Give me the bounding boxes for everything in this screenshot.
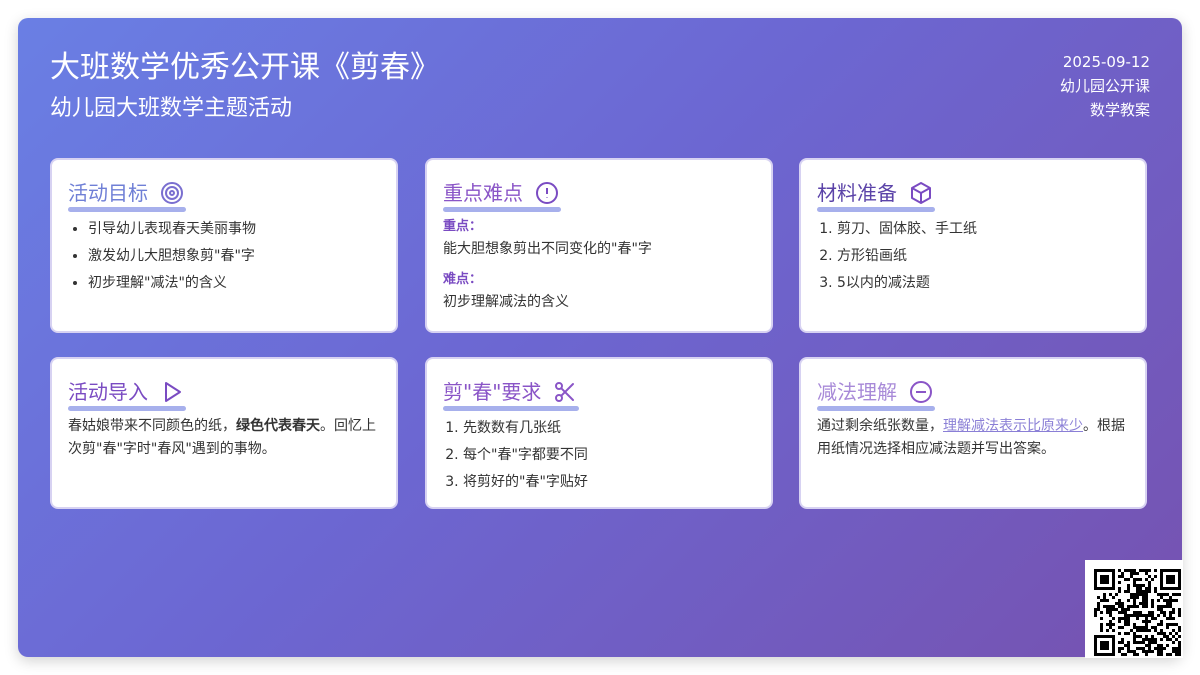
card-key-points: 重点难点 重点： 能大胆想象剪出不同变化的"春"字 难点： 初步理解减法的含义	[425, 158, 773, 333]
intro-emphasis: 绿色代表春天	[236, 418, 320, 434]
meta-info: 2025-09-12 幼儿园公开课 数学教案	[1060, 50, 1150, 122]
intro-text: 春姑娘带来不同颜色的纸，	[68, 418, 236, 434]
key-label: 重点：	[443, 219, 483, 234]
play-icon	[160, 380, 184, 404]
card-header: 减法理解	[817, 375, 935, 411]
card-header: 剪"春"要求	[443, 375, 579, 411]
list-item: 每个"春"字都要不同	[463, 442, 755, 469]
minus-circle-icon	[909, 380, 933, 404]
card-title: 活动目标	[68, 181, 148, 205]
card-body: 通过剩余纸张数量，理解减法表示比原来少。根据用纸情况选择相应减法题并写出答案。	[817, 415, 1129, 461]
list-item: 引导幼儿表现春天美丽事物	[88, 216, 380, 243]
box-icon	[909, 181, 933, 205]
page-subtitle: 幼儿园大班数学主题活动	[50, 96, 293, 121]
meta-type: 数学教案	[1089, 101, 1150, 119]
target-icon	[160, 181, 184, 205]
card-subtraction: 减法理解 通过剩余纸张数量，理解减法表示比原来少。根据用纸情况选择相应减法题并写…	[799, 357, 1147, 509]
card-intro: 活动导入 春姑娘带来不同颜色的纸，绿色代表春天。回忆上次剪"春"字时"春风"遇到…	[50, 357, 398, 509]
card-body: 重点： 能大胆想象剪出不同变化的"春"字 难点： 初步理解减法的含义	[443, 216, 755, 314]
card-requirements: 剪"春"要求 先数数有几张纸 每个"春"字都要不同 将剪好的"春"字贴好	[425, 357, 773, 509]
card-title: 活动导入	[68, 380, 148, 404]
slide: 大班数学优秀公开课《剪春》 幼儿园大班数学主题活动 2025-09-12 幼儿园…	[18, 18, 1182, 657]
card-body: 剪刀、固体胶、手工纸 方形铅画纸 5以内的减法题	[817, 216, 1129, 297]
list-item: 5以内的减法题	[837, 270, 1129, 297]
list-item: 先数数有几张纸	[463, 415, 755, 442]
card-title: 材料准备	[817, 181, 897, 205]
list-item: 方形铅画纸	[837, 243, 1129, 270]
card-title: 减法理解	[817, 380, 897, 404]
page-title: 大班数学优秀公开课《剪春》	[50, 50, 440, 85]
list-item: 剪刀、固体胶、手工纸	[837, 216, 1129, 243]
list-item: 激发幼儿大胆想象剪"春"字	[88, 243, 380, 270]
card-materials: 材料准备 剪刀、固体胶、手工纸 方形铅画纸 5以内的减法题	[799, 158, 1147, 333]
card-body: 先数数有几张纸 每个"春"字都要不同 将剪好的"春"字贴好	[443, 415, 755, 496]
subtraction-link[interactable]: 理解减法表示比原来少	[943, 418, 1083, 434]
difficulty-label: 难点：	[443, 272, 483, 287]
list-item: 初步理解"减法"的含义	[88, 270, 380, 297]
card-body: 引导幼儿表现春天美丽事物 激发幼儿大胆想象剪"春"字 初步理解"减法"的含义	[68, 216, 380, 297]
card-goals: 活动目标 引导幼儿表现春天美丽事物 激发幼儿大胆想象剪"春"字 初步理解"减法"…	[50, 158, 398, 333]
card-body: 春姑娘带来不同颜色的纸，绿色代表春天。回忆上次剪"春"字时"春风"遇到的事物。	[68, 415, 380, 461]
subtraction-text: 通过剩余纸张数量，	[817, 418, 943, 434]
meta-category: 幼儿园公开课	[1059, 77, 1150, 95]
card-title: 重点难点	[443, 181, 523, 205]
card-header: 活动导入	[68, 375, 186, 411]
card-header: 材料准备	[817, 176, 935, 212]
key-text: 能大胆想象剪出不同变化的"春"字	[443, 241, 652, 257]
card-header: 活动目标	[68, 176, 186, 212]
difficulty-text: 初步理解减法的含义	[443, 294, 569, 310]
alert-circle-icon	[535, 181, 559, 205]
list-item: 将剪好的"春"字贴好	[463, 469, 755, 496]
qr-code-icon	[1085, 560, 1183, 658]
card-header: 重点难点	[443, 176, 561, 212]
meta-date: 2025-09-12	[1062, 53, 1150, 71]
card-title: 剪"春"要求	[443, 380, 542, 404]
scissors-icon	[553, 380, 577, 404]
